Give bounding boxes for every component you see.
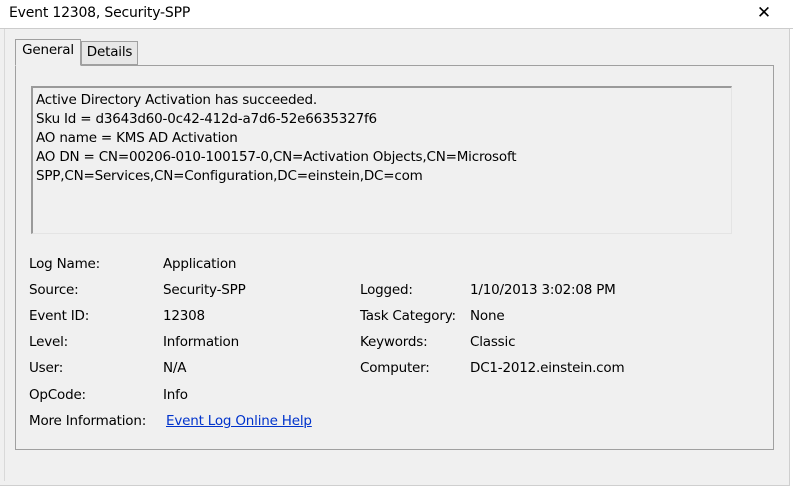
tab-details[interactable]: Details (81, 41, 138, 65)
message-line: AO DN = CN=00206-010-100157-0,CN=Activat… (36, 149, 517, 165)
keywords-value: Classic (470, 334, 516, 350)
event-log-online-help-link[interactable]: Event Log Online Help (166, 413, 312, 429)
event-id-label: Event ID: (29, 308, 90, 324)
logged-value: 1/10/2013 3:02:08 PM (470, 282, 616, 298)
message-line: Sku Id = d3643d60-0c42-412d-a7d6-52e6635… (36, 111, 377, 127)
message-line: AO name = KMS AD Activation (36, 130, 238, 146)
source-value: Security-SPP (163, 282, 246, 298)
title-bar: Event 12308, Security-SPP ✕ (0, 0, 793, 29)
event-message-textbox[interactable]: Active Directory Activation has succeede… (31, 86, 732, 234)
log-name-label: Log Name: (29, 256, 100, 272)
logged-label: Logged: (360, 282, 413, 298)
source-label: Source: (29, 282, 79, 298)
left-divider (4, 29, 5, 481)
more-information-label: More Information: (29, 413, 147, 429)
message-line: Active Directory Activation has succeede… (36, 92, 317, 108)
window-title: Event 12308, Security-SPP (9, 5, 191, 21)
computer-label: Computer: (360, 360, 430, 376)
event-properties-window: Event 12308, Security-SPP ✕ General Deta… (0, 0, 793, 488)
keywords-label: Keywords: (360, 334, 428, 350)
close-icon: ✕ (756, 3, 772, 23)
user-value: N/A (163, 360, 187, 376)
log-name-value: Application (163, 256, 237, 272)
level-value: Information (163, 334, 239, 350)
tab-details-label: Details (86, 44, 133, 60)
task-category-label: Task Category: (360, 308, 456, 324)
user-label: User: (29, 360, 64, 376)
opcode-label: OpCode: (29, 387, 86, 403)
level-label: Level: (29, 334, 68, 350)
event-id-value: 12308 (163, 308, 205, 324)
tab-general-label: General (22, 42, 74, 58)
tab-general[interactable]: General (15, 39, 81, 66)
message-line: SPP,CN=Services,CN=Configuration,DC=eins… (36, 168, 423, 184)
opcode-value: Info (163, 387, 188, 403)
computer-value: DC1-2012.einstein.com (470, 360, 625, 376)
task-category-value: None (470, 308, 505, 324)
close-button[interactable]: ✕ (752, 2, 776, 24)
